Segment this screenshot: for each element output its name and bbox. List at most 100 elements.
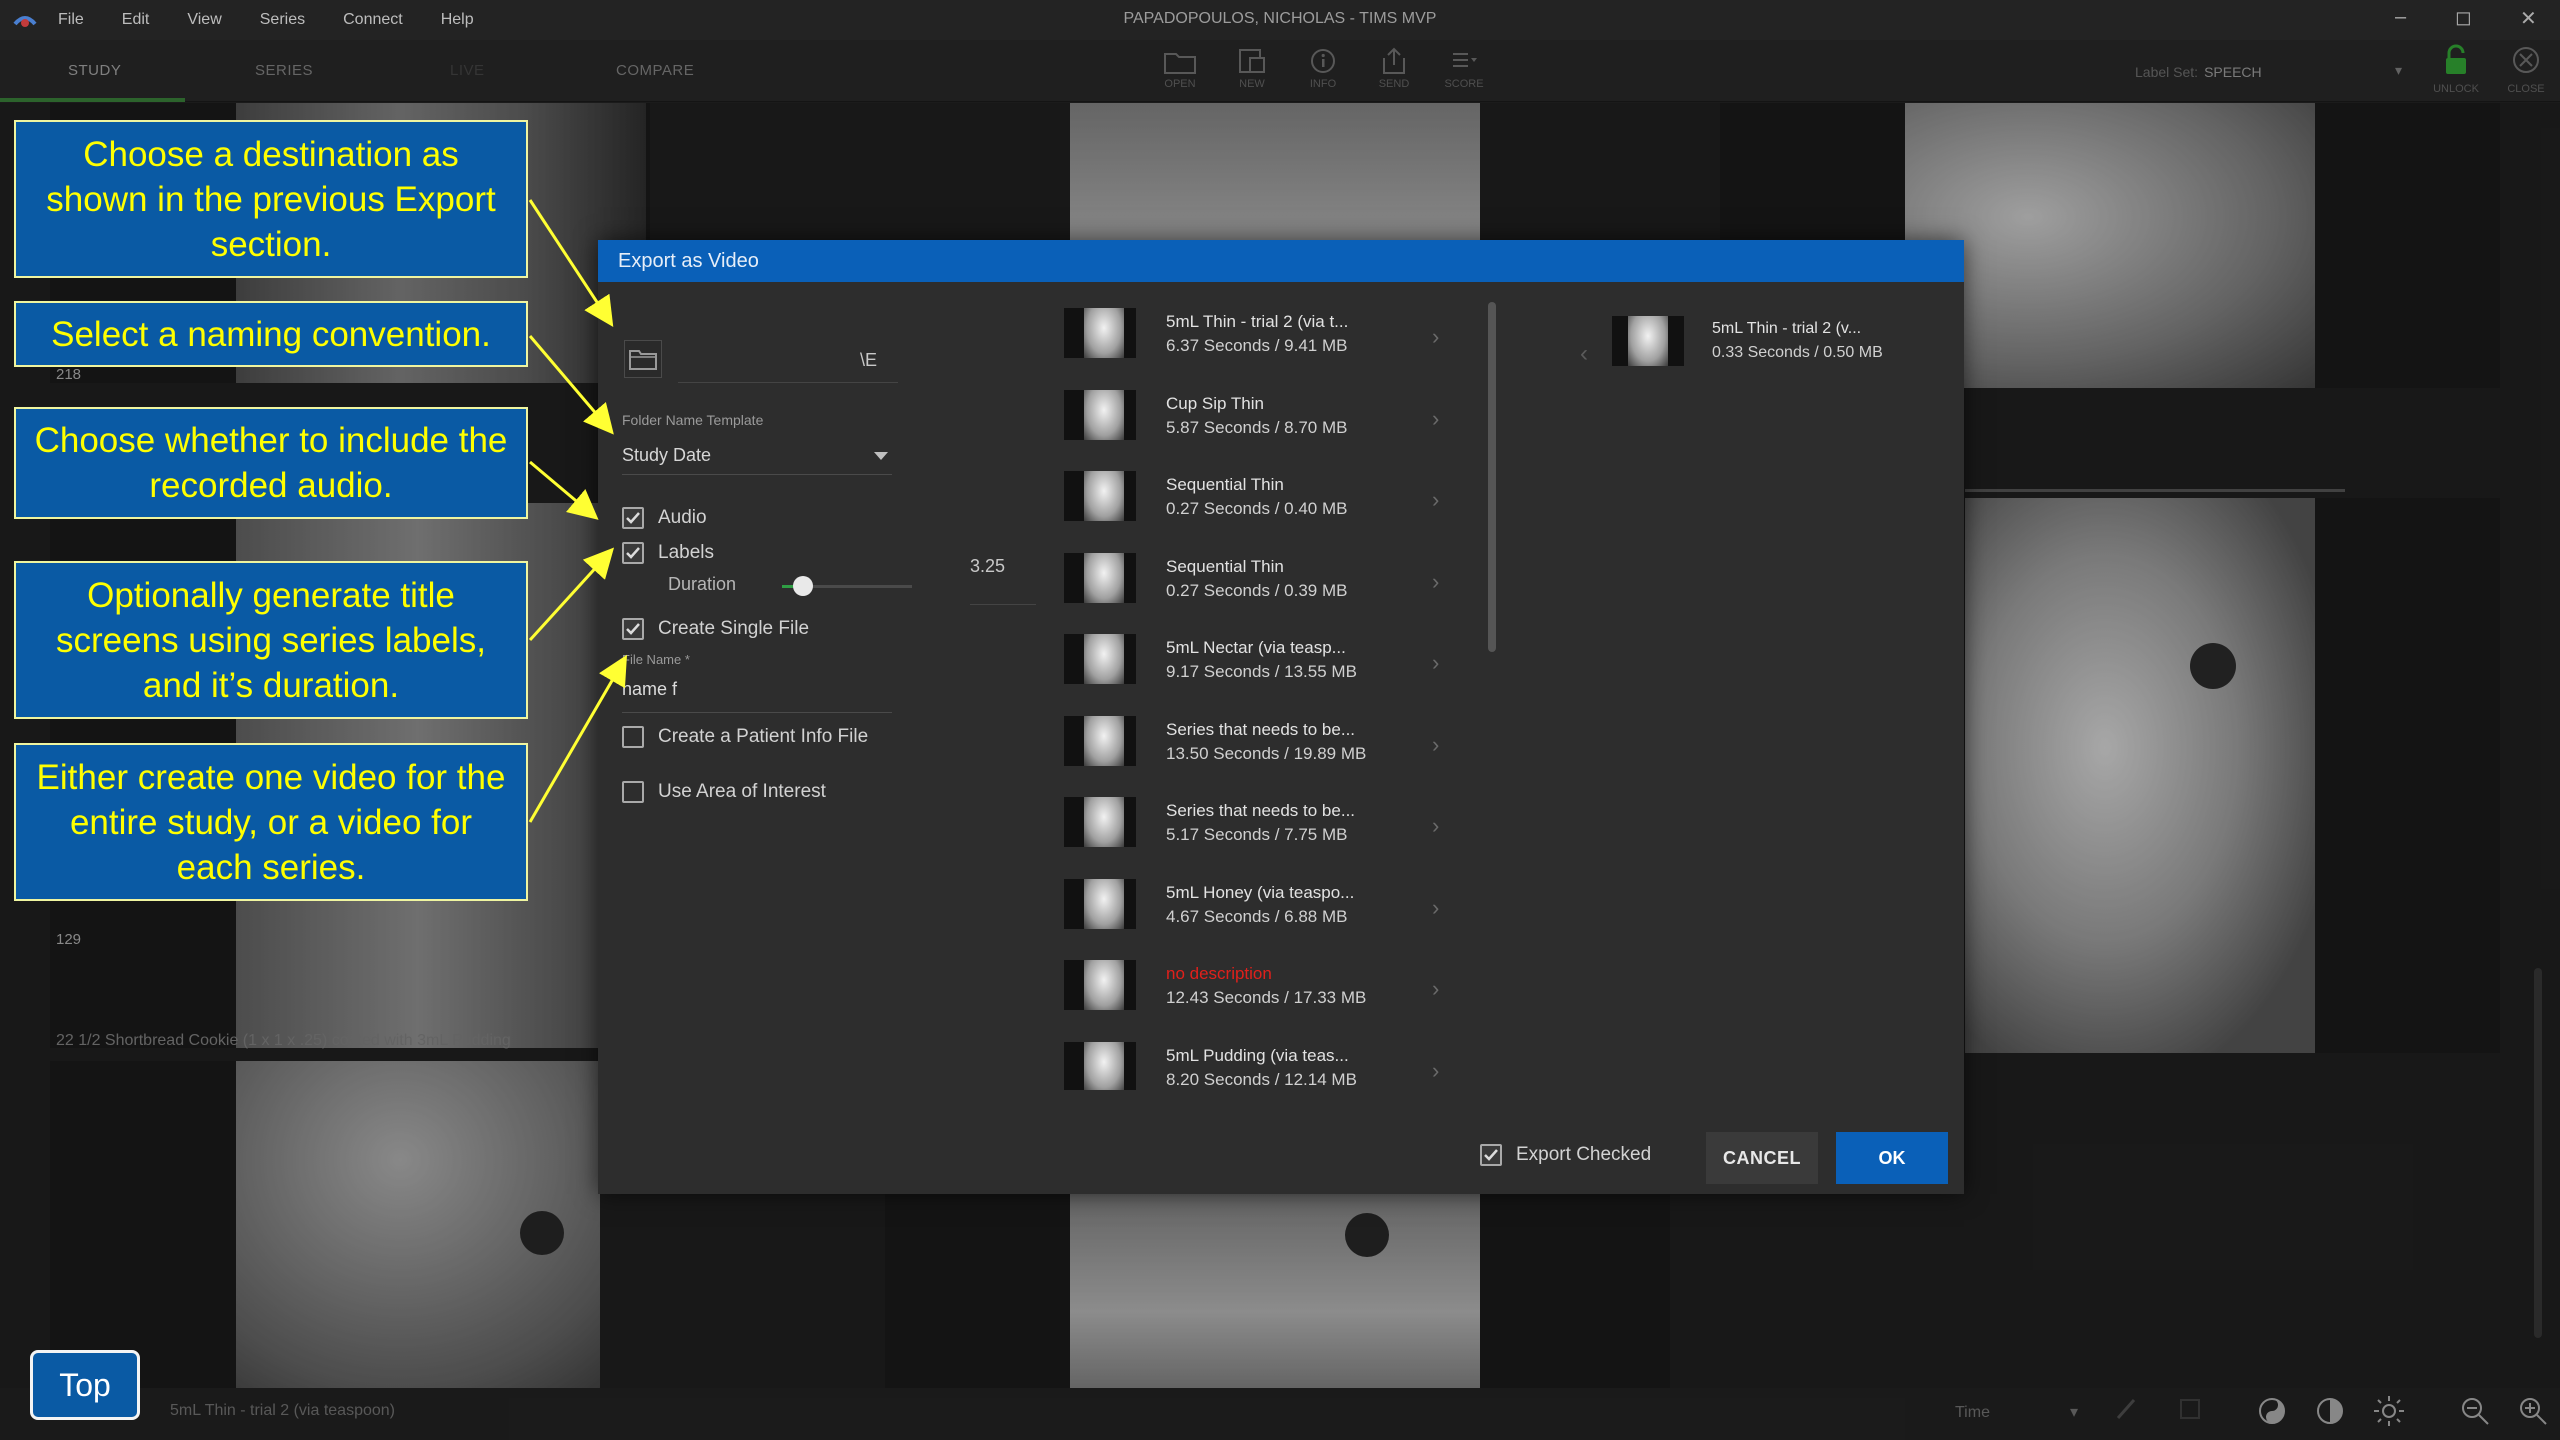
chevron-right-icon[interactable]: › <box>1432 732 1439 758</box>
series-list-item[interactable]: 5mL Pudding (via teas... 8.20 Seconds / 1… <box>1054 1036 1454 1090</box>
chevron-left-icon[interactable]: ‹ <box>1580 340 1588 368</box>
duration-label: Duration <box>668 574 737 594</box>
minimize-icon[interactable]: – <box>2395 6 2406 29</box>
patient-info-checkbox[interactable]: Create a Patient Info File <box>622 726 868 748</box>
export-checked-checkbox[interactable]: Export Checked <box>1480 1144 1651 1166</box>
series-thumbnail <box>1064 634 1136 684</box>
chevron-right-icon[interactable]: › <box>1432 324 1439 350</box>
title-bar: File Edit View Series Connect Help PAPAD… <box>0 0 2560 40</box>
maximize-icon[interactable]: ◻ <box>2455 5 2472 30</box>
series-meta: 4.67 Seconds / 6.88 MB <box>1166 906 1348 926</box>
window-title: PAPADOPOULOS, NICHOLAS - TIMS MVP <box>1123 10 1437 27</box>
checkbox-check-icon <box>622 542 644 564</box>
callout-naming: Select a naming convention. <box>14 301 528 367</box>
single-file-checkbox[interactable]: Create Single File <box>622 618 809 640</box>
selected-series-item[interactable]: 5mL Thin - trial 2 (v... 0.33 Seconds / … <box>1612 310 1932 386</box>
file-name-input[interactable]: name f <box>622 679 677 700</box>
series-list-scrollbar[interactable] <box>1488 302 1496 652</box>
callout-title-screens: Optionally generate title screens using … <box>14 561 528 719</box>
divider <box>622 474 892 475</box>
series-thumbnail <box>1612 316 1684 366</box>
dialog-header: Export as Video <box>598 240 1964 282</box>
duration-value[interactable]: 3.25 <box>970 556 1005 577</box>
series-meta: 0.27 Seconds / 0.39 MB <box>1166 580 1348 600</box>
series-title: 5mL Pudding (via teas... <box>1166 1045 1349 1065</box>
series-meta: 13.50 Seconds / 19.89 MB <box>1166 743 1367 763</box>
series-thumbnail <box>1064 552 1136 603</box>
dialog-title: Export as Video <box>618 250 759 272</box>
series-meta: 8.20 Seconds / 12.14 MB <box>1166 1069 1357 1089</box>
series-list-item[interactable]: 5mL Thin - trial 2 (via t... 6.37 Seconds… <box>1054 302 1454 378</box>
window-close-icon[interactable]: ✕ <box>2520 6 2537 31</box>
chevron-right-icon[interactable]: › <box>1432 813 1439 839</box>
callout-single-file: Either create one video for the entire s… <box>14 743 528 901</box>
export-video-dialog: Export as Video \E Folder Name Template … <box>598 240 1964 1194</box>
checkbox-check-icon <box>622 618 644 640</box>
series-list: 5mL Thin - trial 2 (via t... 6.37 Seconds… <box>1054 302 1454 1090</box>
divider <box>970 604 1036 605</box>
series-list-item[interactable]: 5mL Honey (via teaspo... 4.67 Seconds / 6… <box>1054 873 1454 949</box>
callout-audio: Choose whether to include the recorded a… <box>14 407 528 519</box>
series-meta: 0.27 Seconds / 0.40 MB <box>1166 499 1348 518</box>
cancel-button[interactable]: CANCEL <box>1706 1132 1818 1184</box>
chevron-right-icon[interactable]: › <box>1432 569 1439 595</box>
series-title: Cup Sip Thin <box>1166 393 1264 413</box>
labels-checkbox[interactable]: Labels <box>622 542 714 564</box>
series-thumbnail <box>1064 308 1136 358</box>
chevron-right-icon[interactable]: › <box>1432 487 1439 513</box>
duration-slider-handle[interactable] <box>792 576 813 596</box>
checkbox-empty-icon <box>622 726 644 748</box>
series-list-item[interactable]: Series that needs to be... 13.50 Seconds … <box>1054 710 1454 786</box>
top-button[interactable]: Top <box>30 1350 140 1420</box>
folder-template-label: Folder Name Template <box>622 412 764 428</box>
selected-series-title: 5mL Thin - trial 2 (v... <box>1712 320 1862 337</box>
series-thumbnail <box>1064 878 1136 929</box>
checkbox-check-icon <box>1480 1144 1502 1166</box>
series-title: 5mL Honey (via teaspo... <box>1166 882 1355 902</box>
series-list-item[interactable]: 5mL Nectar (via teasp... 9.17 Seconds / 1… <box>1054 628 1454 704</box>
checkbox-empty-icon <box>622 781 644 803</box>
area-of-interest-checkbox[interactable]: Use Area of Interest <box>622 781 826 803</box>
series-title: no description <box>1166 964 1272 983</box>
series-meta: 5.87 Seconds / 8.70 MB <box>1166 417 1348 437</box>
series-list-item[interactable]: Series that needs to be... 5.17 Seconds /… <box>1054 791 1454 867</box>
callout-destination: Choose a destination as shown in the pre… <box>14 120 528 278</box>
series-list-item[interactable]: Sequential Thin 0.27 Seconds / 0.40 MB › <box>1054 465 1454 541</box>
series-thumbnail <box>1064 389 1136 440</box>
series-title: 5mL Nectar (via teasp... <box>1166 638 1346 657</box>
ok-button[interactable]: OK <box>1836 1132 1948 1184</box>
chevron-right-icon[interactable]: › <box>1432 976 1439 1002</box>
series-list-item[interactable]: Sequential Thin 0.27 Seconds / 0.39 MB › <box>1054 547 1454 623</box>
checkbox-check-icon <box>622 507 644 529</box>
series-thumbnail <box>1064 471 1136 521</box>
series-title: 5mL Thin - trial 2 (via t... <box>1166 312 1349 331</box>
choose-folder-button[interactable] <box>624 340 662 378</box>
chevron-right-icon[interactable]: › <box>1432 406 1439 432</box>
series-thumbnail <box>1064 1041 1136 1090</box>
series-list-item[interactable]: no description 12.43 Seconds / 17.33 MB › <box>1054 954 1454 1030</box>
series-thumbnail <box>1064 797 1136 847</box>
series-list-item[interactable]: Cup Sip Thin 5.87 Seconds / 8.70 MB › <box>1054 384 1454 460</box>
chevron-right-icon[interactable]: › <box>1432 1058 1439 1084</box>
divider <box>678 382 898 383</box>
series-title: Sequential Thin <box>1166 556 1284 576</box>
series-thumbnail <box>1064 715 1136 766</box>
series-title: Sequential Thin <box>1166 475 1284 494</box>
series-meta: 6.37 Seconds / 9.41 MB <box>1166 336 1348 355</box>
series-thumbnail <box>1064 960 1136 1010</box>
destination-path: \E <box>860 350 878 370</box>
series-title: Series that needs to be... <box>1166 801 1356 820</box>
folder-template-select[interactable]: Study Date <box>622 445 711 466</box>
series-meta: 12.43 Seconds / 17.33 MB <box>1166 988 1367 1007</box>
chevron-right-icon[interactable]: › <box>1432 650 1439 676</box>
selected-series-meta: 0.33 Seconds / 0.50 MB <box>1712 344 1883 361</box>
file-name-label: File Name * <box>622 652 690 667</box>
series-title: Series that needs to be... <box>1166 719 1356 739</box>
series-meta: 5.17 Seconds / 7.75 MB <box>1166 825 1348 844</box>
chevron-down-icon[interactable] <box>874 452 888 460</box>
chevron-right-icon[interactable]: › <box>1432 895 1439 921</box>
divider <box>622 712 892 713</box>
audio-checkbox[interactable]: Audio <box>622 507 707 529</box>
series-meta: 9.17 Seconds / 13.55 MB <box>1166 662 1357 681</box>
folder-icon <box>629 350 657 370</box>
